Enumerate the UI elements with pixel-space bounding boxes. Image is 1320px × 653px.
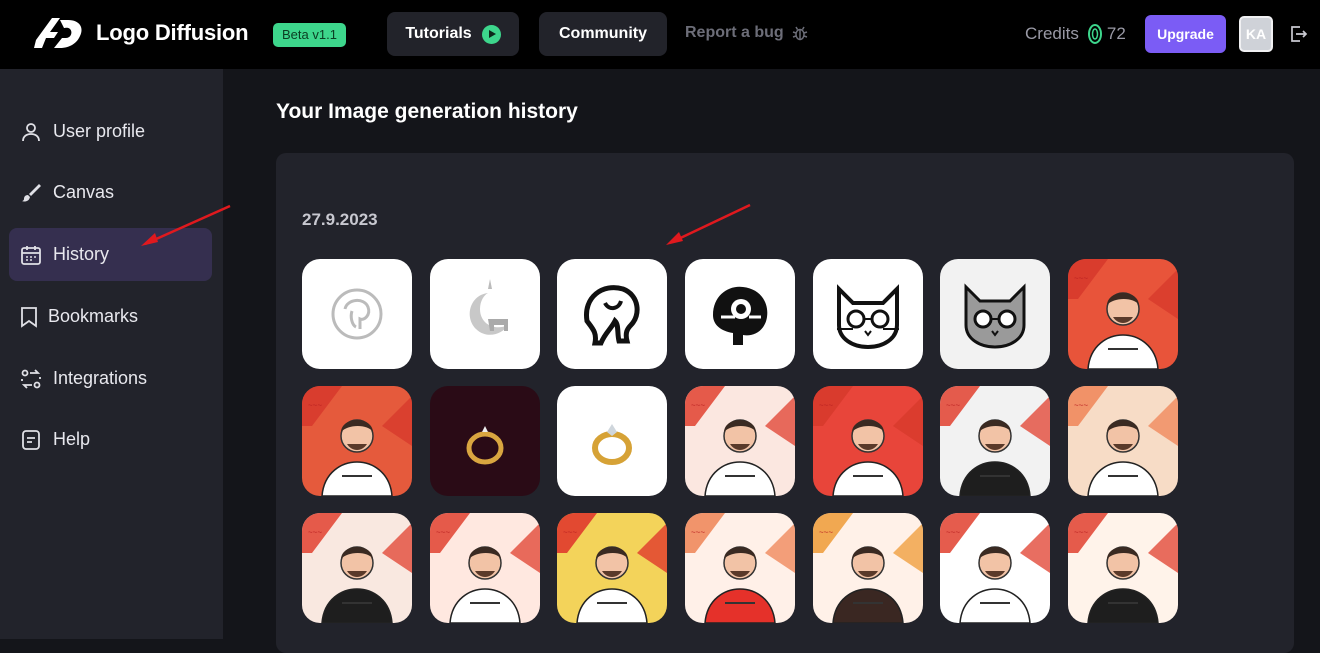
thumbnail-image	[331, 288, 383, 340]
sidebar-item-label: Help	[53, 429, 91, 449]
thumbnail-image: ~~~	[429, 513, 540, 623]
beta-badge: Beta v1.1	[273, 23, 346, 47]
brush-icon	[22, 183, 41, 202]
history-thumbnail[interactable]: ~~~	[812, 386, 923, 496]
history-thumbnail[interactable]	[302, 259, 412, 369]
svg-text:~~~: ~~~	[691, 528, 705, 537]
report-bug-label: Report a bug	[685, 24, 784, 41]
history-thumbnail[interactable]: ~~~	[1068, 259, 1179, 369]
svg-text:~~~: ~~~	[308, 401, 322, 410]
tutorials-label: Tutorials	[405, 25, 472, 42]
report-bug-link[interactable]: Report a bug	[685, 24, 809, 42]
thumbnail-image: ~~~	[940, 513, 1051, 623]
thumbnail-image: ~~~	[812, 513, 923, 623]
svg-text:~~~: ~~~	[436, 528, 450, 537]
svg-text:~~~: ~~~	[308, 528, 322, 537]
thumbnail-image: ~~~	[557, 513, 668, 623]
svg-text:~~~: ~~~	[1074, 274, 1088, 283]
thumbnail-image	[713, 286, 768, 345]
history-thumbnail[interactable]: ~~~	[1068, 513, 1179, 623]
history-thumbnail[interactable]	[429, 259, 540, 369]
calendar-icon	[21, 245, 41, 265]
tutorials-button[interactable]: Tutorials	[387, 12, 519, 56]
history-thumbnail[interactable]	[940, 259, 1051, 369]
page-title: Your Image generation history	[276, 100, 578, 123]
avatar[interactable]: KA	[1239, 16, 1273, 52]
sidebar-item-label: History	[53, 244, 110, 264]
thumbnail-image	[469, 279, 508, 335]
community-label: Community	[559, 25, 647, 42]
history-thumbnail[interactable]: ~~~	[429, 513, 540, 623]
thumbnail-image	[964, 283, 1026, 349]
thumbnail-image: ~~~	[1068, 259, 1179, 369]
image-grid: ~~~ ~~~ ~~~ ~~~ ~~~ ~~~ ~~~ ~~~ ~~~ ~~~	[302, 259, 1179, 623]
svg-text:~~~: ~~~	[819, 401, 833, 410]
history-thumbnail[interactable]: ~~~	[685, 386, 796, 496]
thumbnail-image	[592, 424, 633, 465]
top-bar: Logo Diffusion Beta v1.1 Tutorials Commu…	[0, 0, 1320, 69]
history-date: 27.9.2023	[302, 210, 378, 229]
svg-text:~~~: ~~~	[563, 528, 577, 537]
credits-value: 72	[1106, 24, 1126, 43]
thumbnail-image: ~~~	[940, 386, 1051, 496]
history-thumbnail[interactable]: ~~~	[940, 386, 1051, 496]
sidebar-item-bookmarks[interactable]: Bookmarks	[9, 290, 212, 343]
logo-mark-icon	[34, 18, 82, 48]
credits-display: Credits 72	[1025, 23, 1126, 45]
history-thumbnail[interactable]	[557, 259, 668, 369]
sidebar-item-history[interactable]: History	[9, 228, 212, 281]
history-thumbnail[interactable]: ~~~	[302, 386, 412, 496]
thumbnail-image: ~~~	[1068, 513, 1179, 623]
sidebar-item-label: User profile	[53, 121, 146, 141]
thumbnail-image: ~~~	[685, 513, 796, 623]
history-thumbnail[interactable]	[685, 259, 796, 369]
history-thumbnail[interactable]: ~~~	[940, 513, 1051, 623]
svg-text:~~~: ~~~	[946, 401, 960, 410]
thumbnail-image: ~~~	[302, 513, 412, 623]
thumbnail-image	[836, 284, 899, 350]
sidebar-item-help[interactable]: Help	[9, 413, 212, 466]
history-thumbnail[interactable]: ~~~	[812, 513, 923, 623]
thumbnail-image	[466, 426, 504, 465]
sidebar-item-canvas[interactable]: Canvas	[9, 166, 212, 219]
brand-name: Logo Diffusion	[96, 20, 249, 45]
svg-text:~~~: ~~~	[819, 528, 833, 537]
history-thumbnail[interactable]: ~~~	[557, 513, 668, 623]
thumbnail-image: ~~~	[685, 386, 796, 496]
upgrade-button[interactable]: Upgrade	[1145, 15, 1226, 53]
sidebar-item-label: Bookmarks	[48, 306, 139, 326]
thumbnail-image: ~~~	[812, 386, 923, 496]
svg-text:~~~: ~~~	[1074, 401, 1088, 410]
sidebar-item-label: Integrations	[53, 368, 148, 388]
logout-icon[interactable]	[1288, 24, 1308, 44]
integrations-icon	[21, 368, 41, 389]
svg-text:~~~: ~~~	[1074, 528, 1088, 537]
sidebar-item-label: Canvas	[53, 182, 115, 202]
history-thumbnail[interactable]	[429, 386, 540, 496]
user-icon	[22, 122, 40, 141]
history-thumbnail[interactable]: ~~~	[1068, 386, 1179, 496]
bookmark-icon	[21, 306, 37, 328]
credits-label: Credits	[1025, 24, 1079, 43]
coin-icon	[1087, 24, 1102, 44]
sidebar-item-integrations[interactable]: Integrations	[9, 352, 212, 405]
history-thumbnail[interactable]	[812, 259, 923, 369]
svg-text:~~~: ~~~	[691, 401, 705, 410]
svg-text:~~~: ~~~	[946, 528, 960, 537]
thumbnail-image: ~~~	[302, 386, 412, 496]
brand-logo[interactable]: Logo Diffusion	[34, 16, 249, 50]
history-thumbnail[interactable]	[557, 386, 668, 496]
thumbnail-image	[584, 285, 640, 346]
sidebar-item-user-profile[interactable]: User profile	[9, 105, 212, 158]
help-doc-icon	[22, 429, 40, 450]
community-button[interactable]: Community	[539, 12, 667, 56]
history-thumbnail[interactable]: ~~~	[685, 513, 796, 623]
thumbnail-image: ~~~	[1068, 386, 1179, 496]
history-thumbnail[interactable]: ~~~	[302, 513, 412, 623]
play-icon	[481, 24, 501, 44]
bug-icon	[792, 26, 807, 41]
